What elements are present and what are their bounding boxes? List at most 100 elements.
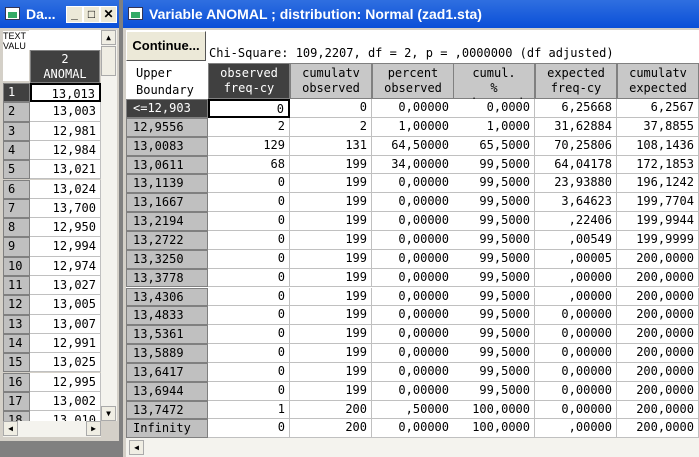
row-number[interactable]: 16 [3,372,30,392]
data-cell[interactable]: 13,700 [30,198,101,219]
table-cell[interactable]: ,00000 [535,287,617,307]
column-header[interactable]: cumulatv expected [617,63,699,99]
table-cell[interactable]: 199 [290,249,372,269]
table-cell[interactable]: 199 [290,268,372,288]
table-cell[interactable]: 200,0000 [617,306,699,326]
maximize-button[interactable]: □ [83,6,100,23]
table-cell[interactable]: 2 [290,117,372,137]
row-number[interactable]: 11 [3,276,30,296]
data-cell[interactable]: 12,950 [30,218,101,238]
horizontal-scrollbar[interactable]: ◀ [126,438,699,457]
table-cell[interactable]: 200,0000 [617,381,699,401]
table-cell[interactable]: 99,5000 [453,174,535,194]
table-cell[interactable]: 99,5000 [453,249,535,269]
row-boundary[interactable]: 13,4306 [126,287,208,307]
table-cell[interactable]: 99,5000 [453,306,535,326]
table-cell[interactable]: 0,00000 [372,325,454,345]
row-boundary[interactable]: 13,1667 [126,193,208,213]
row-boundary[interactable]: 13,6944 [126,381,208,401]
table-cell[interactable]: 1 [208,400,290,420]
table-cell[interactable]: 0 [208,99,290,118]
row-boundary[interactable]: 12,9556 [126,117,208,137]
table-cell[interactable]: 99,5000 [453,344,535,363]
table-cell[interactable]: 129 [208,136,290,156]
table-cell[interactable]: 0 [208,344,290,363]
table-cell[interactable]: 0,0000 [453,99,535,118]
table-cell[interactable]: 199 [290,193,372,213]
table-cell[interactable]: 0 [208,306,290,326]
table-cell[interactable]: 31,62884 [535,117,617,137]
data-cell[interactable]: 13,024 [30,179,101,199]
table-cell[interactable]: 0,00000 [535,400,617,420]
row-boundary[interactable]: 13,2722 [126,230,208,250]
table-cell[interactable]: 64,50000 [372,136,454,156]
table-cell[interactable]: 0,00000 [372,174,454,194]
data-cell[interactable]: 12,991 [30,333,101,354]
table-cell[interactable]: ,00005 [535,249,617,269]
data-cell[interactable]: 13,025 [30,353,101,373]
row-boundary[interactable]: 13,1139 [126,174,208,194]
table-cell[interactable]: ,00000 [535,268,617,288]
table-cell[interactable]: ,22406 [535,212,617,231]
scroll-thumb[interactable] [101,46,116,76]
table-cell[interactable]: 0,00000 [372,362,454,382]
table-cell[interactable]: 0,00000 [372,230,454,250]
table-cell[interactable]: 99,5000 [453,230,535,250]
table-cell[interactable]: 0 [208,325,290,345]
table-cell[interactable]: 99,5000 [453,362,535,382]
table-cell[interactable]: 200,0000 [617,419,699,439]
table-cell[interactable]: 99,5000 [453,381,535,401]
table-cell[interactable]: 0,00000 [372,419,454,439]
row-boundary[interactable]: Infinity [126,419,208,439]
row-boundary[interactable]: <=12,903 [126,99,208,118]
row-number[interactable]: 13 [3,314,30,334]
row-boundary[interactable]: 13,6417 [126,362,208,382]
table-cell[interactable]: 199 [290,362,372,382]
table-cell[interactable]: 99,5000 [453,325,535,345]
table-cell[interactable]: 0,00000 [372,287,454,307]
table-cell[interactable]: 200 [290,419,372,439]
data-cell[interactable]: 13,003 [30,102,101,122]
table-cell[interactable]: ,00000 [535,419,617,439]
table-cell[interactable]: 34,00000 [372,155,454,175]
table-cell[interactable]: 70,25806 [535,136,617,156]
table-cell[interactable]: 0 [290,99,372,118]
table-cell[interactable]: 0,00000 [535,344,617,363]
table-cell[interactable]: 99,5000 [453,155,535,175]
data-cell[interactable]: 13,027 [30,276,101,296]
column-header[interactable]: cumulatv observed [290,63,372,99]
table-cell[interactable]: 0 [208,193,290,213]
row-number[interactable]: 3 [3,121,30,141]
row-boundary[interactable]: 13,0083 [126,136,208,156]
row-number[interactable]: 15 [3,353,30,373]
row-boundary[interactable]: 13,4833 [126,306,208,326]
row-boundary[interactable]: 13,0611 [126,155,208,175]
table-cell[interactable]: 199 [290,325,372,345]
table-cell[interactable]: 0 [208,212,290,231]
row-boundary[interactable]: 13,5361 [126,325,208,345]
column-header[interactable]: cumul. % observed [453,63,535,110]
row-number[interactable]: 6 [3,179,30,199]
table-cell[interactable]: 199 [290,212,372,231]
horizontal-scrollbar[interactable]: ◀ ▶ [3,421,101,437]
table-cell[interactable]: 131 [290,136,372,156]
row-boundary[interactable]: 13,5889 [126,344,208,363]
table-cell[interactable]: 6,25668 [535,99,617,118]
table-cell[interactable]: 37,8855 [617,117,699,137]
row-number[interactable]: 9 [3,237,30,257]
data-cell[interactable]: 12,994 [30,237,101,257]
data-cell[interactable]: 13,007 [30,314,101,334]
table-cell[interactable]: 2 [208,117,290,137]
table-cell[interactable]: 199,9944 [617,212,699,231]
table-cell[interactable]: 0 [208,230,290,250]
table-cell[interactable]: 99,5000 [453,287,535,307]
table-cell[interactable]: 0,00000 [372,99,454,118]
table-cell[interactable]: 0 [208,249,290,269]
row-number[interactable]: 4 [3,140,30,161]
table-cell[interactable]: 0 [208,268,290,288]
table-cell[interactable]: 200,0000 [617,400,699,420]
table-cell[interactable]: 0 [208,174,290,194]
table-cell[interactable]: 200,0000 [617,362,699,382]
table-cell[interactable]: 68 [208,155,290,175]
table-cell[interactable]: 0 [208,287,290,307]
